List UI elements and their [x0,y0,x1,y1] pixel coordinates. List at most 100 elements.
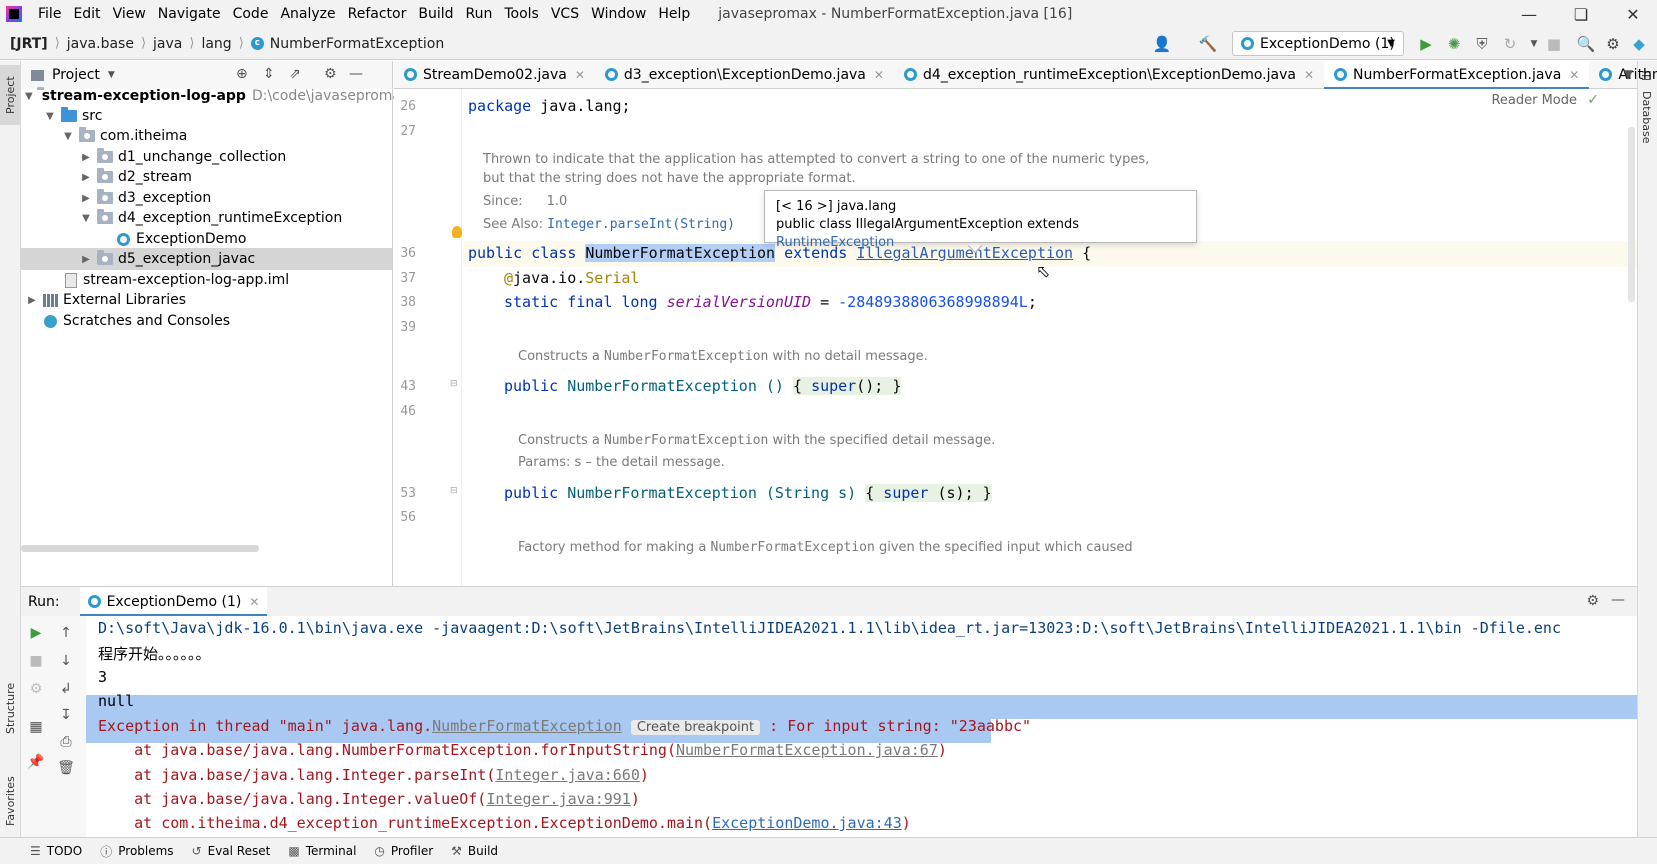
breadcrumb-jrt[interactable]: [JRT] [10,36,48,52]
trace-source-link[interactable]: NumberFormatException.java:67 [676,741,938,759]
create-breakpoint-button[interactable]: Create breakpoint [630,720,761,735]
tree-item-package[interactable]: ▼ com.itheima [21,125,392,147]
terminal-tool-button[interactable]: ▩ Terminal [288,844,356,858]
menu-build[interactable]: Build [412,0,459,28]
tree-item-iml[interactable]: stream-exception-log-app.iml [21,269,392,291]
coverage-icon[interactable]: ⛨ [1472,34,1492,54]
print-icon[interactable]: ⎙ [57,733,75,751]
tree-item-package[interactable]: ▼ d4_exception_runtimeException [21,207,392,229]
gear-icon[interactable]: ⚙ [1603,34,1623,54]
menu-file[interactable]: File [32,0,67,28]
tab-numberformatexception[interactable]: NumberFormatException.java ✕ [1324,60,1590,90]
hide-panel-icon[interactable]: — [349,66,363,82]
user-icon[interactable]: 👤 [1152,34,1172,54]
trash-icon[interactable]: 🗑 [57,759,75,777]
close-tab-icon[interactable]: ✕ [575,68,585,82]
problems-tool-button[interactable]: ⓘ Problems [100,843,173,860]
menu-window[interactable]: Window [585,0,652,28]
stop-icon[interactable]: ■ [27,652,45,670]
build-hammer-icon[interactable]: 🔨 [1198,34,1218,54]
soft-wrap-icon[interactable]: ↲ [57,680,75,698]
tree-item-scratches[interactable]: Scratches and Consoles [21,310,392,332]
scroll-to-end-icon[interactable]: ↧ [57,706,75,724]
restore-icon[interactable]: ❏ [1558,0,1604,28]
menu-view[interactable]: View [107,0,152,28]
popup-superclass-link[interactable]: RuntimeException [776,235,894,250]
search-icon[interactable]: 🔍 [1576,34,1596,54]
tree-item-package[interactable]: ▶ d2_stream [21,166,392,188]
tab-d3-exceptiondemo[interactable]: d3_exception\ExceptionDemo.java ✕ [595,61,894,89]
class-name-selected[interactable]: NumberFormatException [585,244,776,262]
stop-icon[interactable]: ■ [1544,34,1564,54]
tree-item-package[interactable]: ▶ d1_unchange_collection [21,146,392,168]
close-tab-icon[interactable]: ✕ [1304,68,1314,82]
close-tab-icon[interactable]: ✕ [1569,68,1579,82]
profile-icon[interactable]: ↻ [1500,34,1520,54]
toolbox-icon[interactable]: ◆ [1629,34,1649,54]
tree-item-class[interactable]: ExceptionDemo [21,228,392,250]
menu-edit[interactable]: Edit [67,0,106,28]
run-configuration-select[interactable]: ExceptionDemo (1) ▼ [1232,31,1404,56]
menu-navigate[interactable]: Navigate [152,0,227,28]
eval-reset-tool-button[interactable]: ↺ Eval Reset [192,844,271,858]
breadcrumb-java-base[interactable]: java.base [67,36,134,52]
todo-tool-button[interactable]: ☰ TODO [30,844,82,858]
expand-all-icon[interactable]: ⇕ [263,66,275,82]
run-icon[interactable]: ▶ [1416,34,1436,54]
tree-item-package[interactable]: ▶ d3_exception [21,187,392,209]
menu-help[interactable]: Help [652,0,696,28]
hide-panel-icon[interactable]: — [1611,592,1625,608]
collapse-all-icon[interactable]: ⇗ [289,66,301,82]
minimize-icon[interactable]: — [1506,0,1552,28]
lightbulb-icon[interactable] [452,226,462,238]
trace-source-link[interactable]: ExceptionDemo.java:43 [712,814,902,832]
close-window-icon[interactable]: ✕ [1610,0,1656,28]
exception-class-link[interactable]: NumberFormatException [432,717,622,735]
reader-mode-toggle[interactable]: Reader Mode [1491,93,1577,108]
fold-icon[interactable]: ⊟ [450,486,458,496]
tree-item-package[interactable]: ▶ d5_exception_javac [21,248,392,270]
menu-refactor[interactable]: Refactor [342,0,413,28]
trace-source-link[interactable]: Integer.java:660 [495,766,640,784]
arrow-down-icon[interactable]: ↓ [57,652,75,670]
trace-source-link[interactable]: Integer.java:991 [486,790,631,808]
layout-icon[interactable]: ▦ [27,718,45,736]
pin-icon[interactable]: 📌 [27,753,45,771]
chevron-down-icon[interactable]: ▼ [108,70,115,80]
menu-vcs[interactable]: VCS [545,0,585,28]
tab-overflow-icon[interactable]: ▼ [1624,67,1633,81]
profiler-tool-button[interactable]: ◷ Profiler [374,844,433,858]
debug-icon[interactable]: ✺ [1444,34,1464,54]
gear-icon[interactable]: ⚙ [1586,593,1599,609]
menu-analyze[interactable]: Analyze [274,0,341,28]
menu-run[interactable]: Run [460,0,499,28]
arrow-up-icon[interactable]: ↑ [57,624,75,642]
gear-icon[interactable]: ⚙ [324,66,337,82]
structure-tool-tab[interactable]: Structure [0,667,21,749]
close-tab-icon[interactable]: ✕ [874,68,884,82]
database-tool-tab[interactable]: Database [1640,91,1653,144]
tab-d4-exceptiondemo[interactable]: d4_exception_runtimeException\ExceptionD… [894,61,1324,89]
horizontal-scrollbar[interactable] [21,545,259,552]
tree-item-external-libraries[interactable]: ▶ External Libraries [21,289,392,311]
project-tool-tab[interactable]: Project [0,65,21,125]
breadcrumb-class[interactable]: NumberFormatException [270,36,444,52]
chevron-down-icon[interactable]: ▼ [1524,34,1544,54]
project-panel-title[interactable]: Project [52,67,100,83]
build-tool-button[interactable]: ⚒ Build [451,844,498,858]
breadcrumb-java[interactable]: java [153,36,182,52]
close-tab-icon[interactable]: ✕ [249,595,259,609]
dump-threads-icon[interactable]: ⚙ [27,680,45,698]
tree-item-module[interactable]: ▼ stream-exception-log-app D:\code\javas… [21,85,414,107]
code-editor[interactable]: 26 27 36 37 38 39 43 46 53 56 ⊟ ⊟ Reader… [394,89,1637,586]
locate-icon[interactable]: ⊕ [236,66,248,82]
rerun-icon[interactable]: ▶ [27,624,45,642]
fold-icon[interactable]: ⊟ [450,379,458,389]
breadcrumb-lang[interactable]: lang [201,36,231,52]
see-also-link[interactable]: Integer.parseInt(String) [547,217,735,232]
run-tab-exceptiondemo[interactable]: ExceptionDemo (1) ✕ [79,586,268,617]
menu-code[interactable]: Code [227,0,275,28]
vertical-scrollbar[interactable] [1628,127,1635,302]
favorites-tool-tab[interactable]: Favorites [0,761,21,841]
tree-item-src[interactable]: ▼ src [21,105,392,127]
